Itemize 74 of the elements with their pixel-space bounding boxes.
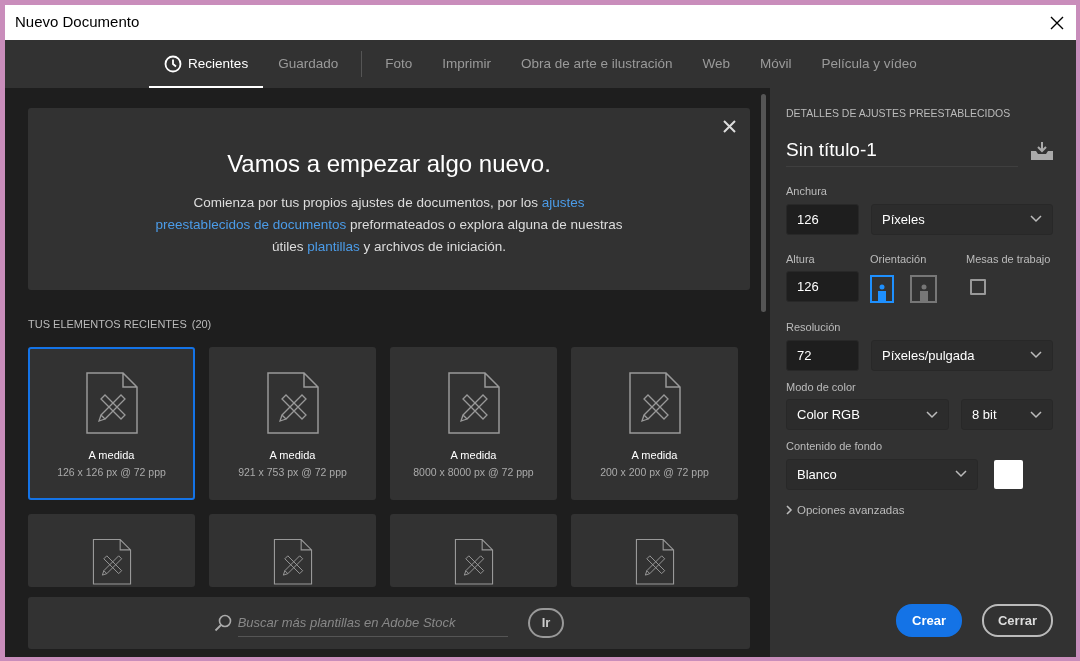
recent-document-tile[interactable]: A medida 126 x 126 px @ 72 ppp	[28, 346, 195, 500]
document-name: A medida	[631, 447, 678, 463]
field-label: Mesas de trabajo	[966, 251, 1051, 267]
window-title: Nuevo Documento	[15, 12, 140, 33]
bit-depth-dropdown[interactable]: 8 bit	[961, 399, 1053, 431]
document-size: 126 x 126 px @ 72 ppp	[57, 465, 166, 480]
scrollbar-thumb[interactable]	[761, 94, 766, 312]
chevron-icon	[955, 470, 967, 479]
person-icon	[918, 283, 929, 302]
create-button[interactable]: Crear	[896, 603, 962, 637]
background-dropdown[interactable]: Blanco	[786, 458, 978, 490]
field-label: Orientación	[870, 251, 928, 267]
panel-heading: DETALLES DE AJUSTES PREESTABLECIDOS	[786, 106, 1012, 121]
resolution-field[interactable]: 72	[786, 339, 859, 371]
portrait-button[interactable]	[870, 275, 894, 304]
banner-text: Comienza por tus propios ajustes de documentos, por los ajustes preestablecidos de documentos preformateados o explora alguna de nuestras útiles plantillas y archivos de iniciación.	[154, 194, 624, 256]
unit-dropdown[interactable]: Píxeles/pulgada	[871, 339, 1053, 371]
field-label: Resolución	[786, 320, 842, 336]
recent-document-tile[interactable]	[28, 513, 195, 587]
chevron-icon	[926, 410, 938, 419]
section-heading: TUS ELEMENTOS RECIENTES	[28, 317, 187, 332]
document-icon	[84, 370, 139, 435]
banner-title: Vamos a empezar algo nuevo.	[226, 149, 552, 179]
chevron-icon	[1030, 410, 1042, 419]
document-icon	[265, 370, 320, 435]
item-count: (20)	[191, 317, 212, 332]
advanced-options-toggle[interactable]: Opciones avanzadas	[786, 501, 905, 519]
document-icon	[446, 370, 501, 435]
close-button[interactable]	[721, 118, 738, 135]
color-swatch[interactable]	[994, 459, 1023, 489]
search-icon	[213, 614, 232, 632]
recent-document-tile[interactable]: A medida 8000 x 8000 px @ 72 ppp	[390, 346, 557, 500]
field-label: Anchura	[786, 184, 828, 200]
document-name: A medida	[88, 447, 135, 463]
person-icon	[877, 283, 887, 302]
search-field[interactable]: Buscar más plantillas en Adobe Stock	[237, 608, 508, 638]
chevron-icon	[1030, 215, 1042, 224]
document-size: 200 x 200 px @ 72 ppp	[600, 465, 709, 480]
tab[interactable]: Obra de arte e ilustración	[505, 40, 688, 88]
field-label: Altura	[786, 251, 816, 267]
recent-document-tile[interactable]	[209, 513, 376, 587]
field-label: Modo de color	[786, 379, 857, 395]
chevron-icon	[786, 505, 793, 516]
chevron-icon	[1030, 351, 1042, 360]
landscape-button[interactable]	[910, 275, 937, 304]
save-preset-icon[interactable]	[1031, 141, 1053, 160]
field-label: Contenido de fondo	[786, 439, 884, 455]
recent-document-tile[interactable]	[390, 513, 557, 587]
tab[interactable]: Web	[687, 40, 746, 88]
tab[interactable]: Guardado	[263, 40, 354, 88]
tab[interactable]: Película y vídeo	[806, 40, 932, 88]
tab[interactable]: Imprimir	[427, 40, 506, 88]
recent-document-tile[interactable]	[571, 513, 738, 587]
width-field[interactable]: 126	[786, 203, 859, 235]
color-mode-dropdown[interactable]: Color RGB	[786, 399, 949, 431]
tab[interactable]: Móvil	[745, 40, 807, 88]
text-link[interactable]: ajustes	[541, 195, 585, 210]
document-size: 921 x 753 px @ 72 ppp	[238, 465, 347, 480]
go-button[interactable]: Ir	[527, 608, 565, 638]
recent-document-tile[interactable]: A medida 921 x 753 px @ 72 ppp	[209, 346, 376, 500]
tab[interactable]: Foto	[370, 40, 428, 88]
checkbox[interactable]	[970, 279, 986, 296]
close-button[interactable]: Cerrar	[981, 603, 1053, 637]
text-link[interactable]: preestablecidos de documentos	[155, 217, 347, 232]
name-field[interactable]: Sin título-1	[786, 133, 1018, 168]
document-icon	[627, 370, 682, 435]
clock-icon	[164, 55, 183, 73]
height-field[interactable]: 126	[786, 271, 859, 303]
document-name: A medida	[269, 447, 316, 463]
unit-dropdown[interactable]: Píxeles	[871, 203, 1053, 235]
text-link[interactable]: plantillas	[307, 239, 360, 254]
document-size: 8000 x 8000 px @ 72 ppp	[413, 465, 534, 480]
document-name: A medida	[450, 447, 497, 463]
recent-document-tile[interactable]: A medida 200 x 200 px @ 72 ppp	[571, 346, 738, 500]
